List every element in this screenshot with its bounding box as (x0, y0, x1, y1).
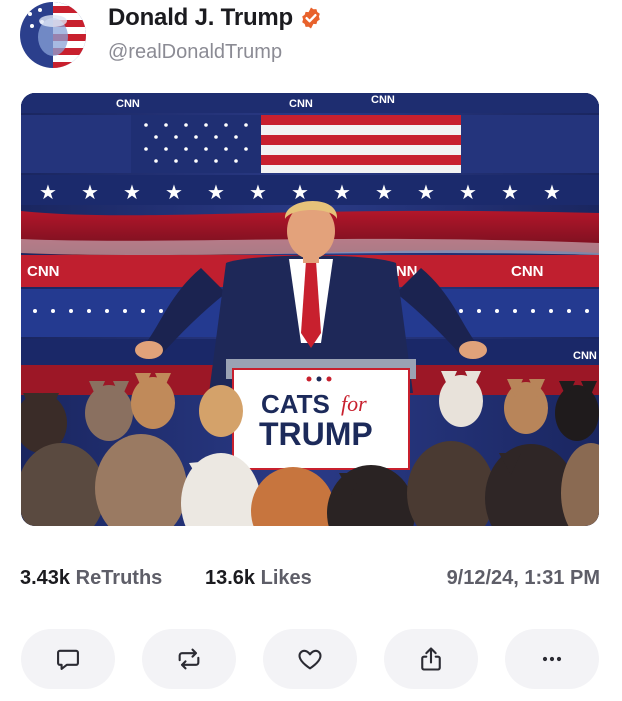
retruth-button[interactable] (142, 629, 236, 689)
retruths-count: 3.43k (20, 567, 71, 589)
svg-text:★: ★ (501, 180, 519, 204)
post-image[interactable]: CNN CNN CNN ★ ★ ★ ★ ★ ★ ★ ★ ★ ★ ★ ★ ★ CNN CNN CNN (21, 93, 599, 526)
svg-text:★: ★ (543, 180, 561, 204)
banner-cnn-3: CNN (371, 94, 395, 106)
reply-button[interactable] (21, 629, 115, 689)
avatar-image (20, 2, 86, 68)
svg-text:★: ★ (165, 180, 183, 204)
share-button[interactable] (384, 629, 478, 689)
banner-cnn-2: CNN (289, 98, 313, 110)
banner-cnn-4: CNN (27, 263, 60, 280)
likes-count: 13.6k (205, 567, 256, 589)
svg-text:★: ★ (39, 180, 57, 204)
reply-icon (57, 649, 79, 670)
avatar[interactable] (20, 2, 86, 68)
post-timestamp[interactable]: 9/12/24, 1:31 PM (447, 567, 600, 590)
banner-cnn-1: CNN (116, 98, 140, 110)
retruth-icon (178, 648, 200, 670)
post-image-illustration: CNN CNN CNN ★ ★ ★ ★ ★ ★ ★ ★ ★ ★ ★ ★ ★ CNN CNN CNN (21, 93, 599, 526)
sign-line-for: for (341, 391, 367, 416)
share-icon (421, 647, 441, 671)
banner-cnn-7: CNN (573, 350, 597, 362)
likes-stat[interactable]: 13.6k Likes (205, 567, 312, 590)
post-actions (21, 629, 599, 689)
svg-text:★: ★ (249, 180, 267, 204)
svg-text:★: ★ (417, 180, 435, 204)
svg-text:★: ★ (459, 180, 477, 204)
likes-label: Likes (260, 567, 312, 589)
svg-text:★: ★ (81, 180, 99, 204)
display-name[interactable]: Donald J. Trump (108, 4, 293, 32)
retruths-stat[interactable]: 3.43k ReTruths (20, 567, 162, 590)
more-icon (542, 656, 562, 662)
svg-text:★: ★ (123, 180, 141, 204)
more-button[interactable] (505, 629, 599, 689)
sign-line-trump: TRUMP (259, 416, 373, 452)
sign-line-cats: CATS (261, 389, 330, 419)
banner-cnn-6: CNN (511, 263, 544, 280)
svg-text:★: ★ (207, 180, 225, 204)
like-button[interactable] (263, 629, 357, 689)
author-name-row[interactable]: Donald J. Trump (108, 4, 323, 32)
svg-text:★: ★ (375, 180, 393, 204)
post-stats: 3.43k ReTruths 13.6k Likes 9/12/24, 1:31… (20, 567, 600, 597)
like-icon (298, 649, 322, 670)
author-handle[interactable]: @realDonaldTrump (108, 41, 282, 64)
retruths-label: ReTruths (75, 567, 163, 589)
verified-badge-icon (302, 7, 320, 29)
svg-text:★: ★ (333, 180, 351, 204)
svg-text:★: ★ (291, 180, 309, 204)
